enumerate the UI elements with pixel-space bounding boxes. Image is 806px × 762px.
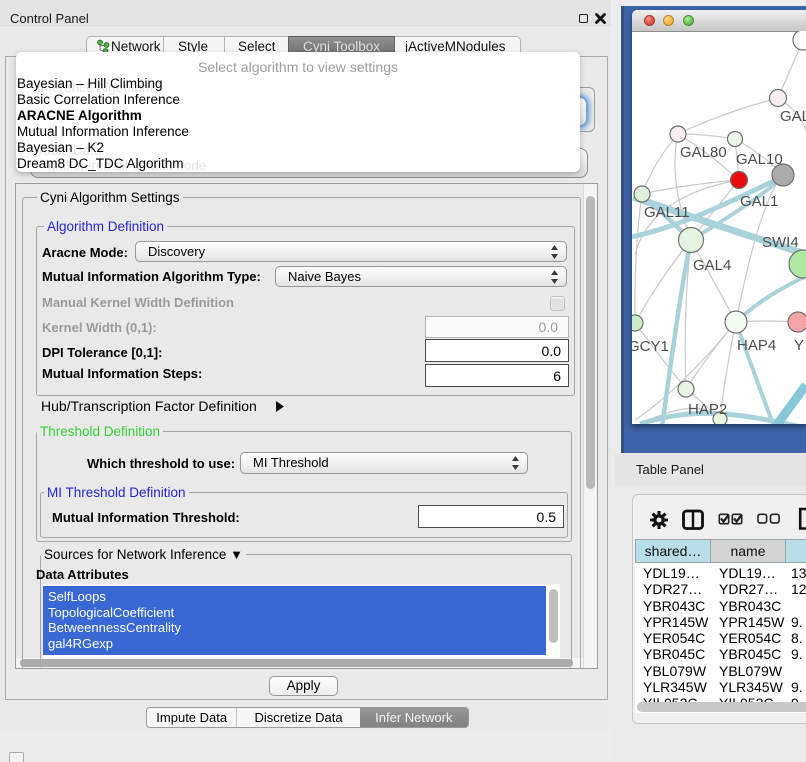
svg-text:Y: Y	[794, 337, 804, 354]
svg-text:GCY1: GCY1	[632, 338, 669, 355]
svg-text:SWI4: SWI4	[762, 234, 799, 251]
svg-text:HAP4: HAP4	[737, 337, 776, 354]
svg-text:GAL80: GAL80	[680, 144, 727, 161]
svg-text:GAL11: GAL11	[644, 204, 690, 221]
svg-text:GAL1: GAL1	[740, 193, 778, 210]
svg-text:GAL10: GAL10	[736, 151, 783, 168]
svg-text:HAP2: HAP2	[688, 401, 727, 418]
svg-text:GAL4: GAL4	[693, 257, 731, 274]
svg-text:GAL7: GAL7	[780, 108, 806, 125]
